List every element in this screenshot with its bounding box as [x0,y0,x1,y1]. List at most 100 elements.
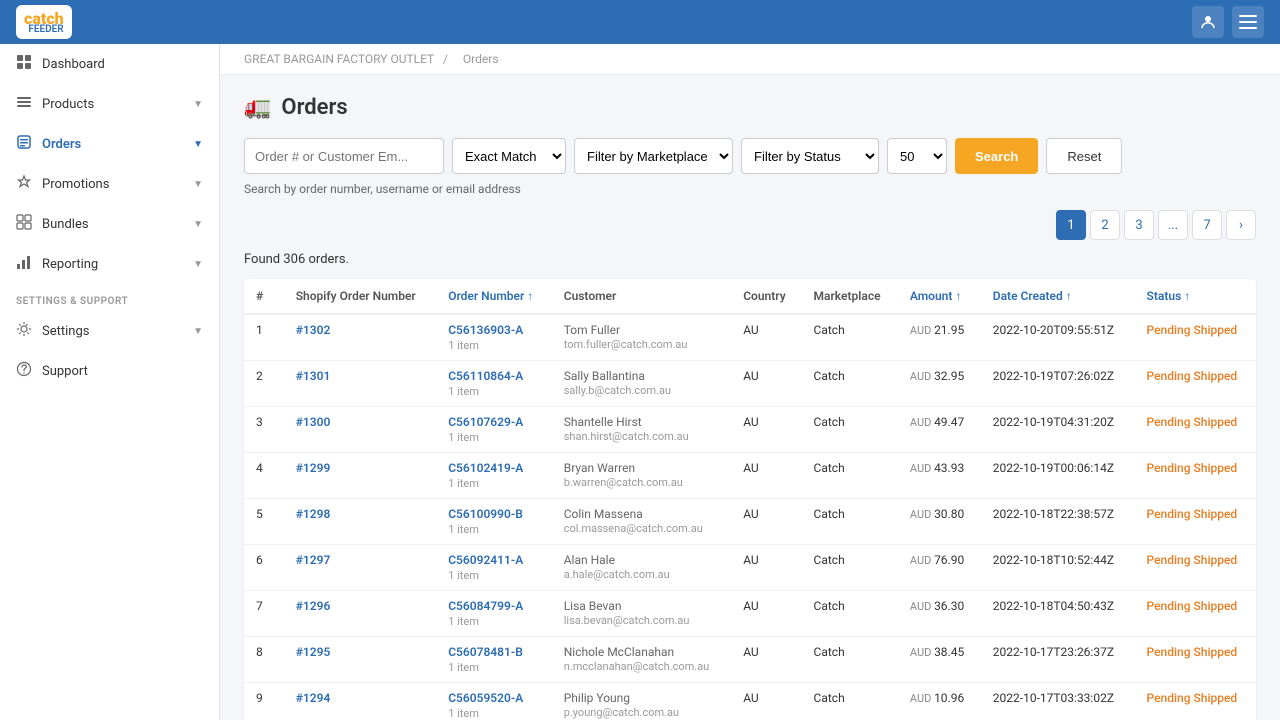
shopify-order-link[interactable]: #1295 [296,645,331,659]
amount-currency: AUD [910,692,934,705]
amount-currency: AUD [910,416,934,429]
table-row: 5 #1298 C56100990-B 1 item Colin Massena… [244,499,1256,545]
settings-section-label: SETTINGS & SUPPORT [0,284,219,311]
cell-status: Pending Shipped [1135,407,1256,453]
cell-num: 4 [244,453,284,499]
cell-amount: AUD 38.45 [898,637,981,683]
shopify-order-link[interactable]: #1302 [296,323,331,337]
order-number-link[interactable]: C56078481-B [448,645,523,659]
status-badge: Pending Shipped [1147,461,1238,475]
cell-num: 5 [244,499,284,545]
user-icon-button[interactable] [1192,6,1224,38]
cell-order-num: C56102419-A 1 item [436,453,552,499]
item-count: 1 item [448,523,540,536]
cell-date: 2022-10-19T07:26:02Z [981,361,1135,407]
reporting-chevron-icon: ▼ [193,259,203,270]
order-number-link[interactable]: C56102419-A [448,461,523,475]
order-number-link[interactable]: C56100990-B [448,507,523,521]
page-btn-1[interactable]: 1 [1056,210,1086,240]
orders-icon [16,134,32,154]
cell-shopify: #1301 [284,361,436,407]
sidebar-item-dashboard[interactable]: Dashboard [0,44,219,84]
marketplace-filter-select[interactable]: Filter by Marketplace Catch [574,138,733,174]
sidebar-item-reporting[interactable]: Reporting ▼ [0,244,219,284]
search-button[interactable]: Search [955,138,1038,174]
amount-currency: AUD [910,646,934,659]
amount-value: 30.80 [934,507,964,521]
breadcrumb-current: Orders [463,52,499,66]
products-chevron-icon: ▼ [193,99,203,110]
shopify-order-link[interactable]: #1300 [296,415,331,429]
sidebar-label-bundles: Bundles [42,217,89,232]
item-count: 1 item [448,661,540,674]
col-amount[interactable]: Amount ↑ [898,279,981,314]
shopify-order-link[interactable]: #1297 [296,553,331,567]
sidebar-item-settings[interactable]: Settings ▼ [0,311,219,351]
cell-shopify: #1297 [284,545,436,591]
sidebar-item-bundles[interactable]: Bundles ▼ [0,204,219,244]
filter-bar: Exact Match Partial Match Filter by Mark… [244,138,1256,174]
breadcrumb-store[interactable]: GREAT BARGAIN FACTORY OUTLET [244,52,434,66]
sidebar-label-orders: Orders [42,137,81,152]
menu-icon-button[interactable] [1232,6,1264,38]
shopify-order-link[interactable]: #1294 [296,691,331,705]
match-type-select[interactable]: Exact Match Partial Match [452,138,566,174]
col-num: # [244,279,284,314]
order-number-link[interactable]: C56110864-A [448,369,523,383]
customer-email: lisa.bevan@catch.com.au [564,614,719,627]
col-order[interactable]: Order Number ↑ [436,279,552,314]
cell-shopify: #1294 [284,683,436,720]
cell-date: 2022-10-18T22:38:57Z [981,499,1135,545]
sidebar-item-products[interactable]: Products ▼ [0,84,219,124]
page-btn-7[interactable]: 7 [1192,210,1222,240]
order-number-link[interactable]: C56059520-A [448,691,523,705]
customer-name: Alan Hale [564,553,615,567]
sidebar-item-orders[interactable]: Orders ▼ [0,124,219,164]
page-btn-3[interactable]: 3 [1124,210,1154,240]
status-badge: Pending Shipped [1147,691,1238,705]
shopify-order-link[interactable]: #1298 [296,507,331,521]
sidebar-label-reporting: Reporting [42,257,98,272]
order-number-link[interactable]: C56107629-A [448,415,523,429]
cell-order-num: C56110864-A 1 item [436,361,552,407]
col-customer: Customer [552,279,731,314]
order-number-link[interactable]: C56084799-A [448,599,523,613]
cell-marketplace: Catch [802,361,898,407]
sidebar-item-support[interactable]: Support [0,351,219,391]
amount-value: 10.96 [934,691,964,705]
order-number-link[interactable]: C56136903-A [448,323,523,337]
item-count: 1 item [448,569,540,582]
col-date[interactable]: Date Created ↑ [981,279,1135,314]
cell-status: Pending Shipped [1135,591,1256,637]
search-input[interactable] [244,138,444,174]
customer-name: Philip Young [564,691,630,705]
col-shopify: Shopify Order Number [284,279,436,314]
reset-button[interactable]: Reset [1046,138,1122,174]
cell-amount: AUD 36.30 [898,591,981,637]
page-btn-2[interactable]: 2 [1090,210,1120,240]
col-status[interactable]: Status ↑ [1135,279,1256,314]
status-filter-select[interactable]: Filter by Status Pending Shipped Shipped [741,138,879,174]
table-header: # Shopify Order Number Order Number ↑ Cu… [244,279,1256,314]
cell-date: 2022-10-19T04:31:20Z [981,407,1135,453]
shopify-order-link[interactable]: #1301 [296,369,331,383]
cell-order-num: C56107629-A 1 item [436,407,552,453]
shopify-order-link[interactable]: #1299 [296,461,331,475]
shopify-order-link[interactable]: #1296 [296,599,331,613]
status-badge: Pending Shipped [1147,323,1238,337]
customer-email: sally.b@catch.com.au [564,384,719,397]
amount-currency: AUD [910,508,934,521]
table-row: 3 #1300 C56107629-A 1 item Shantelle Hir… [244,407,1256,453]
col-country: Country [731,279,801,314]
cell-shopify: #1298 [284,499,436,545]
per-page-select[interactable]: 50 25 100 [887,138,947,174]
order-number-link[interactable]: C56092411-A [448,553,523,567]
page-next-button[interactable]: › [1226,210,1256,240]
promotions-icon [16,174,32,194]
sidebar-item-promotions[interactable]: Promotions ▼ [0,164,219,204]
cell-country: AU [731,361,801,407]
logo-feeder-text: FEEDER [24,24,64,35]
cell-customer: Lisa Bevan lisa.bevan@catch.com.au [552,591,731,637]
filter-hint: Search by order number, username or emai… [244,182,1256,196]
amount-currency: AUD [910,462,934,475]
